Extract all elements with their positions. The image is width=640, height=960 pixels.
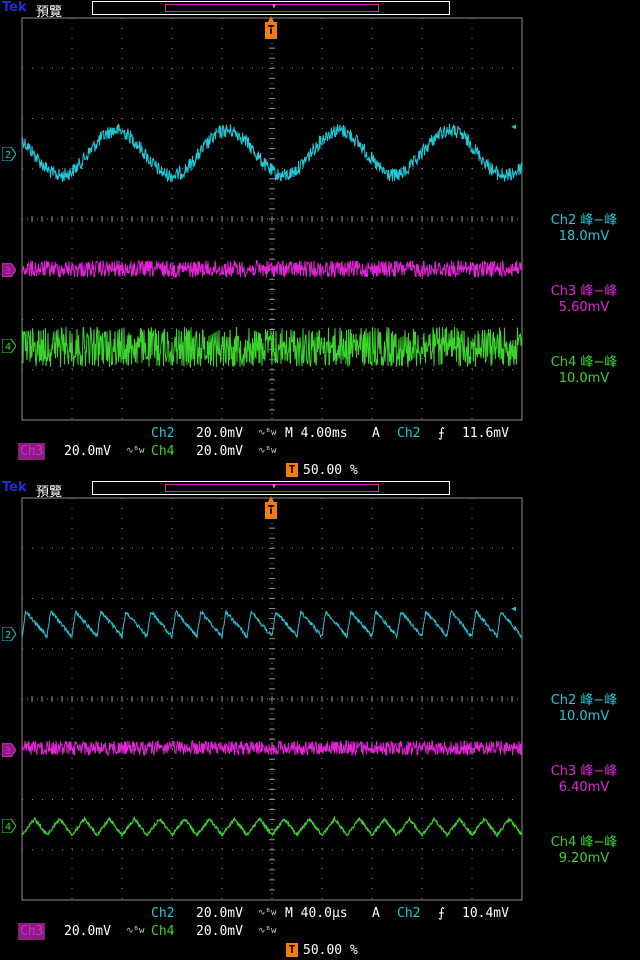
ch2-marker[interactable]: 2 xyxy=(1,146,17,162)
measurement-label: Ch3 峰−峰 xyxy=(550,764,618,779)
ch2-label[interactable]: Ch2 xyxy=(151,425,174,442)
ch3-marker[interactable]: 3 xyxy=(1,262,17,278)
bw-limit-icon: ∿ᴮw xyxy=(126,446,145,456)
ch3-label[interactable]: Ch3 xyxy=(18,923,46,940)
ch2-volts: 20.0mV xyxy=(196,906,243,921)
trigger-position: 50.00 % xyxy=(303,943,358,958)
trigger-level: 10.4mV xyxy=(462,906,509,921)
svg-text:2: 2 xyxy=(5,150,11,161)
ch4-waveform xyxy=(21,815,523,839)
trigger-mode: A xyxy=(372,906,380,921)
svg-text:4: 4 xyxy=(5,342,11,353)
measurement-value: 6.40mV xyxy=(558,780,610,795)
measurement-value: 9.20mV xyxy=(558,851,610,866)
trigger-position-row: T 50.00 % xyxy=(0,942,640,960)
svg-text:2: 2 xyxy=(5,630,11,641)
trigger-slope-icon: ⨍ xyxy=(438,906,445,921)
measurement-label: Ch2 峰−峰 xyxy=(550,213,618,228)
measurement-label: Ch4 峰−峰 xyxy=(550,835,618,850)
measurement-value: 10.0mV xyxy=(558,371,610,386)
measurement-ch2: Ch2 峰−峰 18.0mV xyxy=(528,213,640,245)
trigger-mode: A xyxy=(372,426,380,441)
measurement-ch2: Ch2 峰−峰 10.0mV xyxy=(528,693,640,725)
timebase[interactable]: M 4.00ms xyxy=(285,425,348,442)
trigger-level: 11.6mV xyxy=(462,426,509,441)
trigger-source[interactable]: Ch2 xyxy=(397,425,420,442)
ch4-marker[interactable]: 4 xyxy=(1,338,17,354)
trigger-position: 50.00 % xyxy=(303,463,358,478)
ch4-marker[interactable]: 4 xyxy=(1,818,17,834)
bw-limit-icon: ∿ᴮw xyxy=(126,926,145,936)
ch4-label[interactable]: Ch4 xyxy=(151,923,174,940)
measurement-label: Ch2 峰−峰 xyxy=(550,693,618,708)
ch3-label[interactable]: Ch3 xyxy=(18,443,46,460)
bw-limit-icon: ∿ᴮw xyxy=(258,428,277,438)
measurement-value: 10.0mV xyxy=(558,709,610,724)
scale-row-1: Ch2 20.0mV ∿ᴮw M 4.00ms A Ch2 ⨍ 11.6mV xyxy=(0,425,640,443)
ch4-waveform xyxy=(21,326,523,369)
ch3-marker[interactable]: 3 xyxy=(1,742,17,758)
ch2-volts: 20.0mV xyxy=(196,426,243,441)
svg-text:4: 4 xyxy=(5,822,11,833)
bw-limit-icon: ∿ᴮw xyxy=(258,446,277,456)
svg-text:3: 3 xyxy=(5,266,11,277)
ch4-volts: 20.0mV xyxy=(196,444,243,459)
measurement-label: Ch3 峰−峰 xyxy=(550,284,618,299)
scale-row-2: Ch3 20.0mV ∿ᴮw Ch4 20.0mV ∿ᴮw xyxy=(0,923,640,941)
ch3-volts: 20.0mV xyxy=(64,924,111,939)
scale-row-1: Ch2 20.0mV ∿ᴮw M 40.0µs A Ch2 ⨍ 10.4mV xyxy=(0,905,640,923)
ch2-label[interactable]: Ch2 xyxy=(151,905,174,922)
ch4-volts: 20.0mV xyxy=(196,924,243,939)
bw-limit-icon: ∿ᴮw xyxy=(258,908,277,918)
scale-row-2: Ch3 20.0mV ∿ᴮw Ch4 20.0mV ∿ᴮw xyxy=(0,443,640,461)
scope-panel-2: Tek 預覽 ▾ T 2 3 4 ◂ Ch2 峰−峰 10.0mV Ch3 峰−… xyxy=(0,480,640,960)
measurement-ch3: Ch3 峰−峰 6.40mV xyxy=(528,764,640,796)
ch4-label[interactable]: Ch4 xyxy=(151,443,174,460)
trigger-slope-icon: ⨍ xyxy=(438,426,445,441)
ch2-waveform xyxy=(21,609,523,640)
trigger-level-icon: ◂ xyxy=(510,119,518,133)
svg-text:3: 3 xyxy=(5,746,11,757)
timebase[interactable]: M 40.0µs xyxy=(285,905,348,922)
measurement-ch4: Ch4 峰−峰 10.0mV xyxy=(528,355,640,387)
trigger-source[interactable]: Ch2 xyxy=(397,905,420,922)
measurement-ch3: Ch3 峰−峰 5.60mV xyxy=(528,284,640,316)
scope-panel-1: Tek 預覽 ▾ T 2 3 4 ◂ Ch2 峰−峰 18.0mV Ch3 峰−… xyxy=(0,0,640,480)
measurement-value: 18.0mV xyxy=(558,229,610,244)
measurement-ch4: Ch4 峰−峰 9.20mV xyxy=(528,835,640,867)
trigger-position-icon: T xyxy=(286,463,298,477)
bw-limit-icon: ∿ᴮw xyxy=(258,926,277,936)
trigger-position-row: T 50.00 % xyxy=(0,462,640,480)
measurement-label: Ch4 峰−峰 xyxy=(550,355,618,370)
ch3-volts: 20.0mV xyxy=(64,444,111,459)
ch2-marker[interactable]: 2 xyxy=(1,626,17,642)
measurement-value: 5.60mV xyxy=(558,300,610,315)
trigger-position-icon: T xyxy=(286,943,298,957)
trigger-level-icon: ◂ xyxy=(510,601,518,615)
